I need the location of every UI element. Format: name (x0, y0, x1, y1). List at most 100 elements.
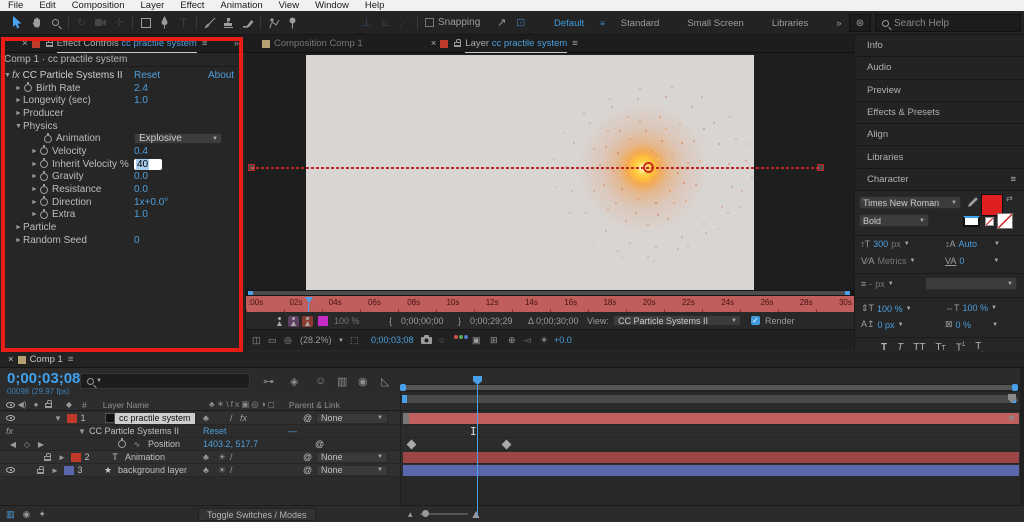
twirl-down-icon[interactable]: ▼ (75, 427, 89, 436)
toggle-switches-button[interactable]: Toggle Switches / Modes (198, 508, 316, 521)
timeline-navigator[interactable] (400, 384, 1020, 392)
prop-value[interactable]: 0.4 (134, 146, 148, 157)
render-checkbox[interactable]: ✓ (751, 316, 760, 325)
comp-marker-icon[interactable]: ◈ (1008, 412, 1015, 423)
prop-label[interactable]: Physics (23, 121, 57, 132)
layer-name[interactable]: background layer (114, 465, 187, 475)
lock-toggle[interactable] (44, 452, 51, 461)
track-row-2[interactable] (400, 451, 1020, 464)
prop-label[interactable]: Random Seed (23, 235, 87, 246)
baseline-shift-value[interactable]: 0 px (878, 320, 895, 330)
menu-effect[interactable]: Effect (172, 0, 212, 11)
layer-bar-2[interactable] (403, 452, 1019, 463)
leading-value[interactable]: Auto (959, 239, 978, 249)
tracking-value[interactable]: 0 (959, 256, 964, 266)
channel-settings-icon[interactable]: ◎ (284, 335, 292, 346)
visibility-toggle[interactable] (6, 467, 15, 473)
prop-value[interactable]: 1.0 (134, 95, 148, 106)
prop-label[interactable]: Gravity (52, 171, 84, 182)
pickwhip-icon[interactable]: @ (315, 439, 324, 449)
panel-preview[interactable]: Preview (855, 79, 1024, 102)
hand-tool-icon[interactable] (27, 11, 46, 35)
quality-switch[interactable]: / (230, 465, 233, 475)
path-color-swatch[interactable] (318, 316, 328, 326)
prop-value[interactable]: 2.4 (134, 83, 148, 94)
tab-effect-controls[interactable]: Effect Controls cc practile system (56, 35, 197, 53)
twirl-right-icon[interactable]: ► (30, 186, 39, 193)
layer-name[interactable]: Animation (121, 452, 165, 462)
prev-keyframe-icon[interactable]: ◀ (6, 440, 20, 449)
twirl-right-icon[interactable]: ► (14, 110, 23, 117)
twirl-right-icon[interactable]: ► (30, 173, 39, 180)
layer-name-editing[interactable]: cc practile system (115, 412, 195, 424)
panel-menu-icon[interactable]: ≡ (572, 38, 578, 49)
world-axis-icon[interactable]: ⊾ (376, 11, 395, 35)
stopwatch-icon[interactable] (24, 82, 32, 93)
menu-help[interactable]: Help (357, 0, 393, 11)
parent-dropdown[interactable]: None ▼ (316, 464, 388, 476)
exposure-value[interactable]: +0.0 (554, 335, 572, 345)
panel-menu-icon[interactable]: ≡ (1010, 174, 1016, 185)
prop-label[interactable]: Particle (23, 222, 56, 233)
fx-switch[interactable]: fx (240, 413, 247, 423)
work-area-bar[interactable] (402, 395, 1016, 403)
swap-colors-icon[interactable]: ⇄ (1006, 194, 1013, 203)
motion-blur-icon[interactable]: ◉ (358, 375, 368, 388)
effect-header-row[interactable]: ▼ fx CC Particle Systems II Reset About (0, 69, 245, 82)
eyedropper-icon[interactable] (967, 197, 978, 208)
kerning-value[interactable]: Metrics (878, 256, 907, 266)
twirl-right-icon[interactable]: ► (14, 97, 23, 104)
layer-switches[interactable]: ♣ (203, 413, 209, 423)
inherit-velocity-input[interactable]: 40 (134, 158, 162, 170)
lock-icon[interactable] (454, 39, 462, 47)
zoom-level[interactable]: (28.2%) (300, 335, 332, 345)
effects-switch[interactable]: ☀ (218, 465, 226, 476)
layer-switches[interactable]: ♣ (203, 465, 209, 475)
panel-overflow-icon[interactable]: » (234, 38, 239, 49)
channels-icon[interactable] (454, 335, 468, 339)
rotobrush-tool-icon[interactable] (264, 11, 283, 35)
motion-blur-toggle-icon[interactable]: ◉ (23, 509, 31, 520)
twirl-right-icon[interactable]: ► (14, 237, 23, 244)
quality-switch[interactable]: / (230, 452, 233, 462)
primary-viewer-icon[interactable]: ▭ (268, 335, 277, 346)
shape-tool-icon[interactable] (136, 11, 155, 35)
layer-row-1[interactable]: ▼ 1 cc practile system ♣ / fx @ None ▼ (0, 412, 400, 425)
close-icon[interactable]: × (431, 38, 437, 49)
effect-row[interactable]: fx ▼ CC Particle Systems II Reset — (0, 425, 400, 438)
layer-color-swatch[interactable] (64, 465, 74, 475)
prop-value[interactable]: 0 (134, 235, 140, 246)
prop-value[interactable]: 0.0 (134, 184, 148, 195)
close-icon[interactable]: × (22, 38, 28, 49)
path-handle-left[interactable] (248, 164, 255, 171)
zoom-out-mountain-icon[interactable]: ▴ (408, 509, 413, 520)
next-keyframe-icon[interactable]: ▶ (34, 440, 48, 449)
twirl-down-icon[interactable]: ▼ (3, 72, 12, 79)
prop-label[interactable]: Longevity (sec) (23, 95, 91, 106)
canvas[interactable] (306, 55, 754, 290)
opacity-value[interactable]: 100 % (334, 316, 360, 326)
zoom-tool-icon[interactable] (46, 11, 65, 35)
pen-tool-icon[interactable] (155, 11, 174, 35)
snapping-checkbox[interactable] (425, 18, 434, 27)
panel-align[interactable]: Align (855, 124, 1024, 147)
twirl-right-icon[interactable]: ► (30, 161, 39, 168)
workspace-small-screen[interactable]: Small Screen (673, 18, 758, 29)
twirl-right-icon[interactable]: ► (14, 224, 23, 231)
menu-composition[interactable]: Composition (64, 0, 133, 11)
menu-view[interactable]: View (271, 0, 307, 11)
prop-value[interactable]: 1.0 (134, 209, 148, 220)
out-bracket-icon[interactable]: } (458, 316, 461, 326)
twirl-right-icon[interactable]: ► (30, 199, 39, 206)
timeline-search[interactable]: ▼ (80, 373, 250, 389)
snapshot-icon[interactable] (421, 335, 432, 344)
stamp-tool-icon[interactable] (219, 11, 238, 35)
twirl-right-icon[interactable]: ► (14, 85, 23, 92)
workspace-settings-icon[interactable]: ⊛ (849, 14, 871, 32)
panel-info[interactable]: Info (855, 35, 1024, 58)
horizontal-scale-value[interactable]: 100 % (963, 303, 989, 313)
hide-shy-icon[interactable]: ☺ (315, 375, 326, 387)
close-icon[interactable]: × (8, 354, 14, 365)
zoom-slider-knob[interactable] (422, 510, 429, 517)
prop-label[interactable]: Resistance (52, 184, 101, 195)
